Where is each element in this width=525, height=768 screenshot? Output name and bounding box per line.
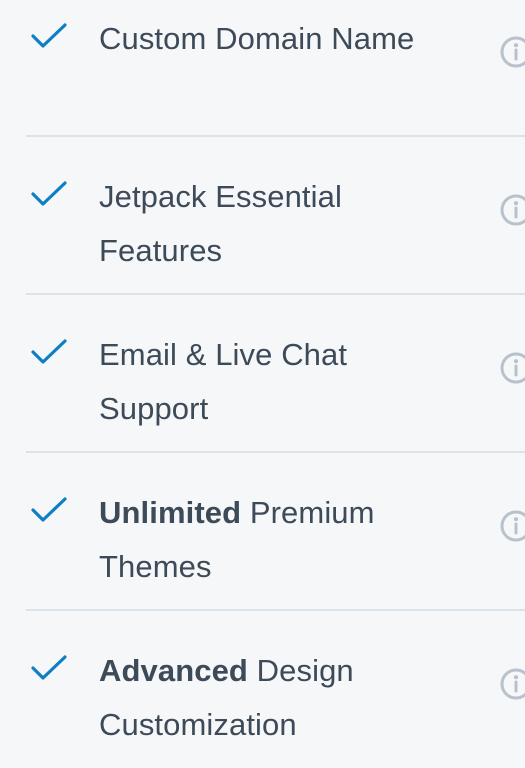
check-icon	[30, 22, 68, 50]
feature-row-custom-domain-name: Custom Domain Name	[0, 0, 525, 136]
feature-label-text: Jetpack Essential Features	[99, 179, 342, 268]
check-icon	[30, 496, 68, 524]
feature-row-email-live-chat-support: Email & Live Chat Support	[0, 294, 525, 452]
info-icon[interactable]	[499, 351, 525, 385]
feature-label: Unlimited Premium Themes	[99, 486, 459, 594]
check-icon	[30, 338, 68, 366]
check-icon	[30, 180, 68, 208]
info-icon[interactable]	[499, 193, 525, 227]
feature-label: Jetpack Essential Features	[99, 170, 459, 278]
check-icon	[30, 654, 68, 682]
info-icon[interactable]	[499, 509, 525, 543]
feature-label: Advanced Design Customization	[99, 644, 459, 752]
feature-label: Custom Domain Name	[99, 12, 459, 66]
info-icon[interactable]	[499, 667, 525, 701]
info-icon[interactable]	[499, 35, 525, 69]
feature-list: Custom Domain Name Jetpack Essential Fea…	[0, 0, 525, 742]
feature-label-bold: Unlimited	[99, 495, 242, 530]
feature-label-bold: Advanced	[99, 653, 248, 688]
feature-label: Email & Live Chat Support	[99, 328, 459, 436]
feature-row-advanced-design-customization: Advanced Design Customization	[0, 610, 525, 768]
feature-label-text: Custom Domain Name	[99, 21, 415, 56]
feature-row-jetpack-essential-features: Jetpack Essential Features	[0, 136, 525, 294]
feature-row-unlimited-premium-themes: Unlimited Premium Themes	[0, 452, 525, 610]
feature-label-text: Email & Live Chat Support	[99, 337, 348, 426]
